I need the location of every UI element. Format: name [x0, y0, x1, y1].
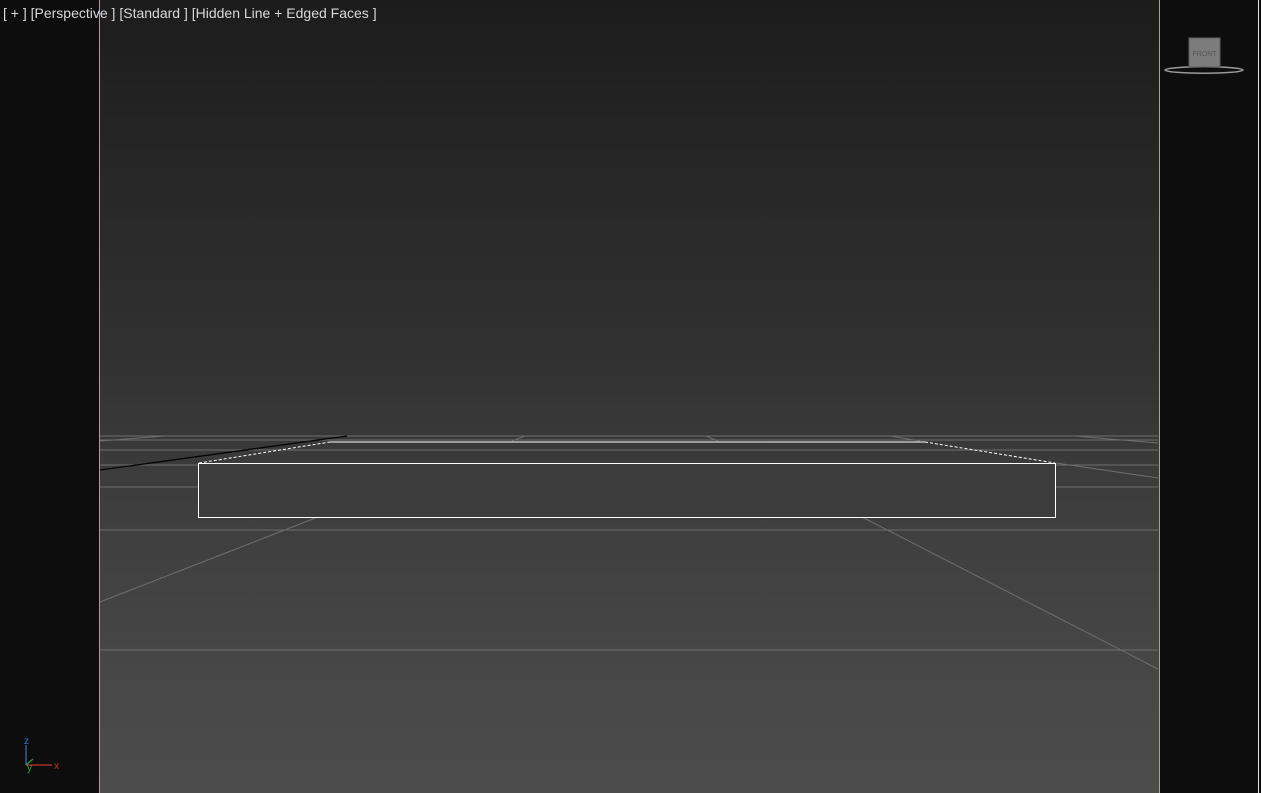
viewport-visual-style-menu[interactable]: [Hidden Line + Edged Faces ]: [192, 5, 377, 21]
z-axis-label: z: [24, 736, 29, 747]
viewport-label-menu: [ + ] [Perspective ] [Standard ] [Hidden…: [3, 5, 377, 21]
axis-tripod-icon: x z y: [24, 736, 59, 773]
viewport-point-of-view-menu[interactable]: [Perspective ]: [31, 5, 116, 21]
box-front-face[interactable]: [198, 463, 1056, 518]
box-top-left-edge: [198, 441, 331, 464]
viewport-scene[interactable]: [0, 0, 1261, 793]
box-object[interactable]: [198, 441, 1056, 518]
x-axis-label: x: [54, 761, 59, 772]
viewcube-compass-ring[interactable]: [1164, 66, 1244, 74]
3d-viewport-window: [ + ] [Perspective ] [Standard ] [Hidden…: [0, 0, 1261, 793]
viewport-shading-standard-menu[interactable]: [Standard ]: [119, 5, 188, 21]
grid-line: [861, 516, 1159, 670]
viewcube-front-label: FRONT: [1192, 51, 1217, 58]
y-axis-label: y: [27, 763, 32, 773]
box-top-right-edge: [924, 441, 1056, 464]
viewcube-icon[interactable]: FRONT: [1162, 35, 1246, 77]
viewport-general-menu[interactable]: [ + ]: [3, 5, 27, 21]
panel-divider: [1258, 0, 1259, 793]
right-panel: [1160, 0, 1261, 793]
